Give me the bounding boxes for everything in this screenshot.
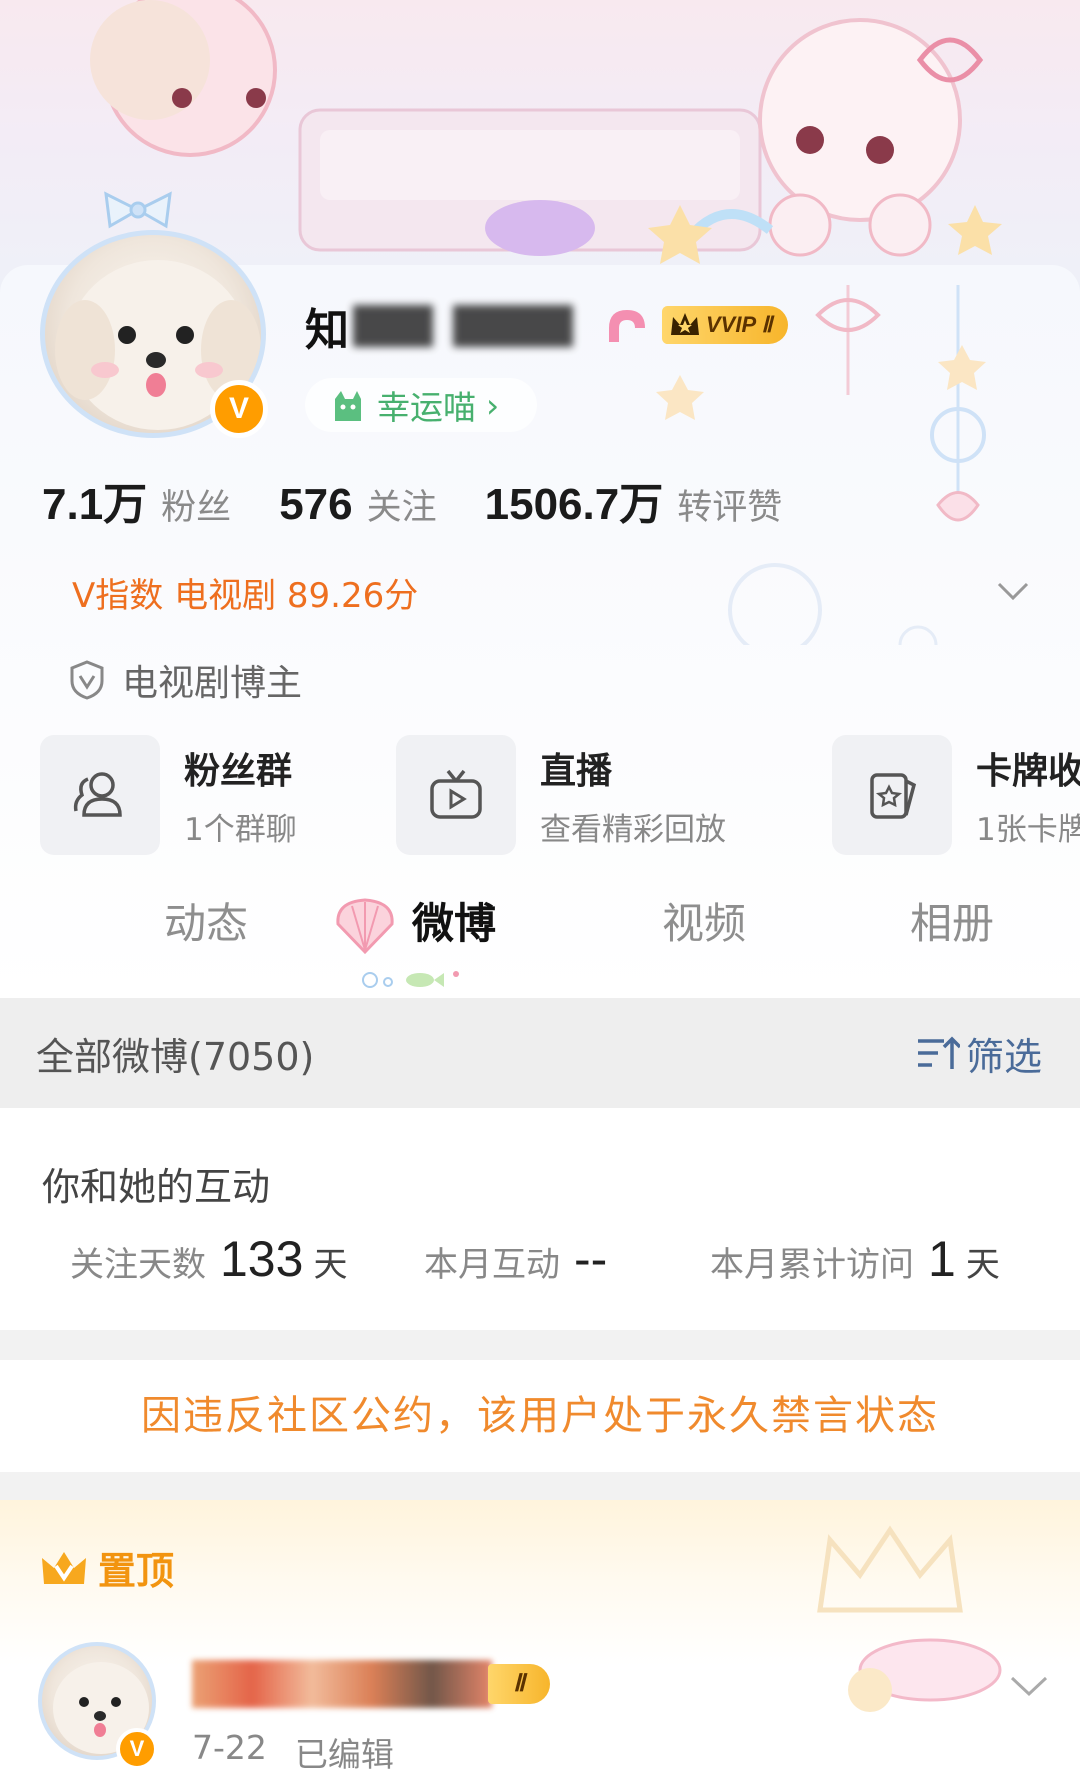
follow-days-label: 关注天数 (70, 1245, 206, 1285)
live-card[interactable]: 直播 查看精彩回放 (396, 734, 726, 856)
tab-video[interactable]: 视频 (662, 890, 746, 951)
lucky-cat-tag[interactable]: 幸运喵 › (305, 378, 537, 432)
chevron-down-icon[interactable] (996, 578, 1030, 604)
filter-label: 筛选 (965, 1034, 1042, 1079)
tab-album[interactable]: 相册 (910, 890, 994, 951)
username-visible-char: 知 (305, 305, 349, 356)
post-edited-flag: 已编辑 (294, 1735, 394, 1774)
feature-title: 卡牌收 (976, 750, 1080, 792)
month-visits-value: 1 (928, 1231, 956, 1287)
feature-title: 粉丝群 (184, 750, 293, 792)
month-visits: 本月累计访问 1 天 (710, 1230, 1000, 1288)
verified-badge: V (210, 380, 268, 438)
pinned-post[interactable]: 置顶 V Ⅱ 7-22 已编辑 (0, 1500, 1080, 1776)
v-index-score[interactable]: V指数 电视剧 89.26分 (72, 568, 418, 617)
month-visits-unit: 天 (965, 1245, 1000, 1285)
cat-icon (335, 391, 361, 421)
post-filter-bar: 全部微博(7050) 筛选 (0, 998, 1080, 1108)
all-posts-count: 全部微博(7050) (36, 1034, 315, 1079)
post-meta: 7-22 已编辑 (192, 1728, 394, 1776)
username: 知 (305, 300, 595, 356)
tv-icon (430, 769, 482, 819)
crown-icon (671, 313, 699, 335)
following-count[interactable]: 576 (279, 480, 352, 530)
tab-dynamics[interactable]: 动态 (164, 890, 248, 951)
group-icon (73, 772, 122, 817)
profile-tabs: 动态 微博 视频 相册 (0, 890, 1080, 990)
pinned-header: 置顶 (40, 1540, 174, 1595)
feature-text: 直播 查看精彩回放 (540, 742, 726, 849)
card-icon (870, 773, 917, 819)
vvip-label: VVIP Ⅱ (706, 312, 773, 337)
feature-subtitle: 1张卡牌 (976, 811, 1080, 848)
followers-label[interactable]: 粉丝 (161, 479, 231, 530)
fan-group-card[interactable]: 粉丝群 1个群聊 (40, 734, 297, 856)
avatar-bow-icon (104, 191, 172, 229)
ban-notice: 因违反社区公约，该用户处于永久禁言状态 (0, 1360, 1080, 1472)
engagement-label: 转评赞 (677, 488, 783, 528)
follow-days-value: 133 (220, 1231, 304, 1287)
shield-icon (70, 660, 104, 700)
followers-count[interactable]: 7.1万 (42, 468, 147, 532)
username-obscured (353, 305, 433, 347)
shell-icon (336, 898, 394, 955)
category-label: 电视剧博主 (122, 663, 303, 704)
feature-subtitle: 1个群聊 (184, 811, 297, 848)
chevron-down-icon[interactable] (1008, 1672, 1050, 1700)
feature-text: 粉丝群 1个群聊 (184, 742, 297, 849)
month-interaction-value: -- (574, 1231, 608, 1287)
pink-decoration-icon (609, 310, 645, 342)
username-obscured (453, 305, 573, 347)
month-interaction-label: 本月互动 (424, 1245, 560, 1285)
post-verified-badge: V (116, 1728, 158, 1770)
crown-v-icon (42, 1551, 86, 1584)
lucky-tag-label: 幸运喵 (377, 388, 476, 427)
follow-days: 关注天数 133 天 (70, 1230, 347, 1288)
profile-stats: 7.1万 粉丝 576 关注 1506.7万 转评赞 (42, 468, 830, 529)
sort-filter-icon (917, 1036, 960, 1069)
filter-button[interactable]: 筛选 (916, 1026, 1042, 1081)
feature-icon-box (396, 735, 516, 855)
post-vip-badge: Ⅱ (488, 1664, 550, 1704)
vvip-badge[interactable]: VVIP Ⅱ (662, 306, 789, 344)
pinned-label: 置顶 (98, 1549, 175, 1593)
card-collection-card[interactable]: 卡牌收 1张卡牌 (832, 734, 1080, 856)
chevron-right-icon: › (486, 385, 500, 425)
post-author-obscured[interactable] (192, 1660, 492, 1708)
fish-bubbles-icon (362, 971, 459, 988)
interaction-card: 你和她的互动 关注天数 133 天 本月互动 -- 本月累计访问 1 天 (0, 1108, 1080, 1330)
follow-days-unit: 天 (313, 1245, 348, 1285)
tab-weibo[interactable]: 微博 (412, 890, 496, 951)
interaction-title: 你和她的互动 (42, 1165, 271, 1209)
feature-icon-box (40, 735, 160, 855)
following-label[interactable]: 关注 (367, 479, 437, 530)
feature-subtitle: 查看精彩回放 (540, 811, 726, 848)
feature-text: 卡牌收 1张卡牌 (976, 742, 1080, 849)
feature-title: 直播 (540, 750, 613, 792)
month-visits-label: 本月累计访问 (710, 1245, 914, 1285)
category-tag[interactable]: 电视剧博主 (68, 654, 302, 706)
month-interaction: 本月互动 -- (424, 1230, 617, 1288)
post-date: 7-22 (192, 1728, 267, 1767)
engagement-count: 1506.7万 (484, 480, 664, 529)
feature-icon-box (832, 735, 952, 855)
profile-page: V 知 VVIP Ⅱ 幸运喵 › 7.1万 粉丝 576 关注 1506.7万 … (0, 0, 1080, 1776)
